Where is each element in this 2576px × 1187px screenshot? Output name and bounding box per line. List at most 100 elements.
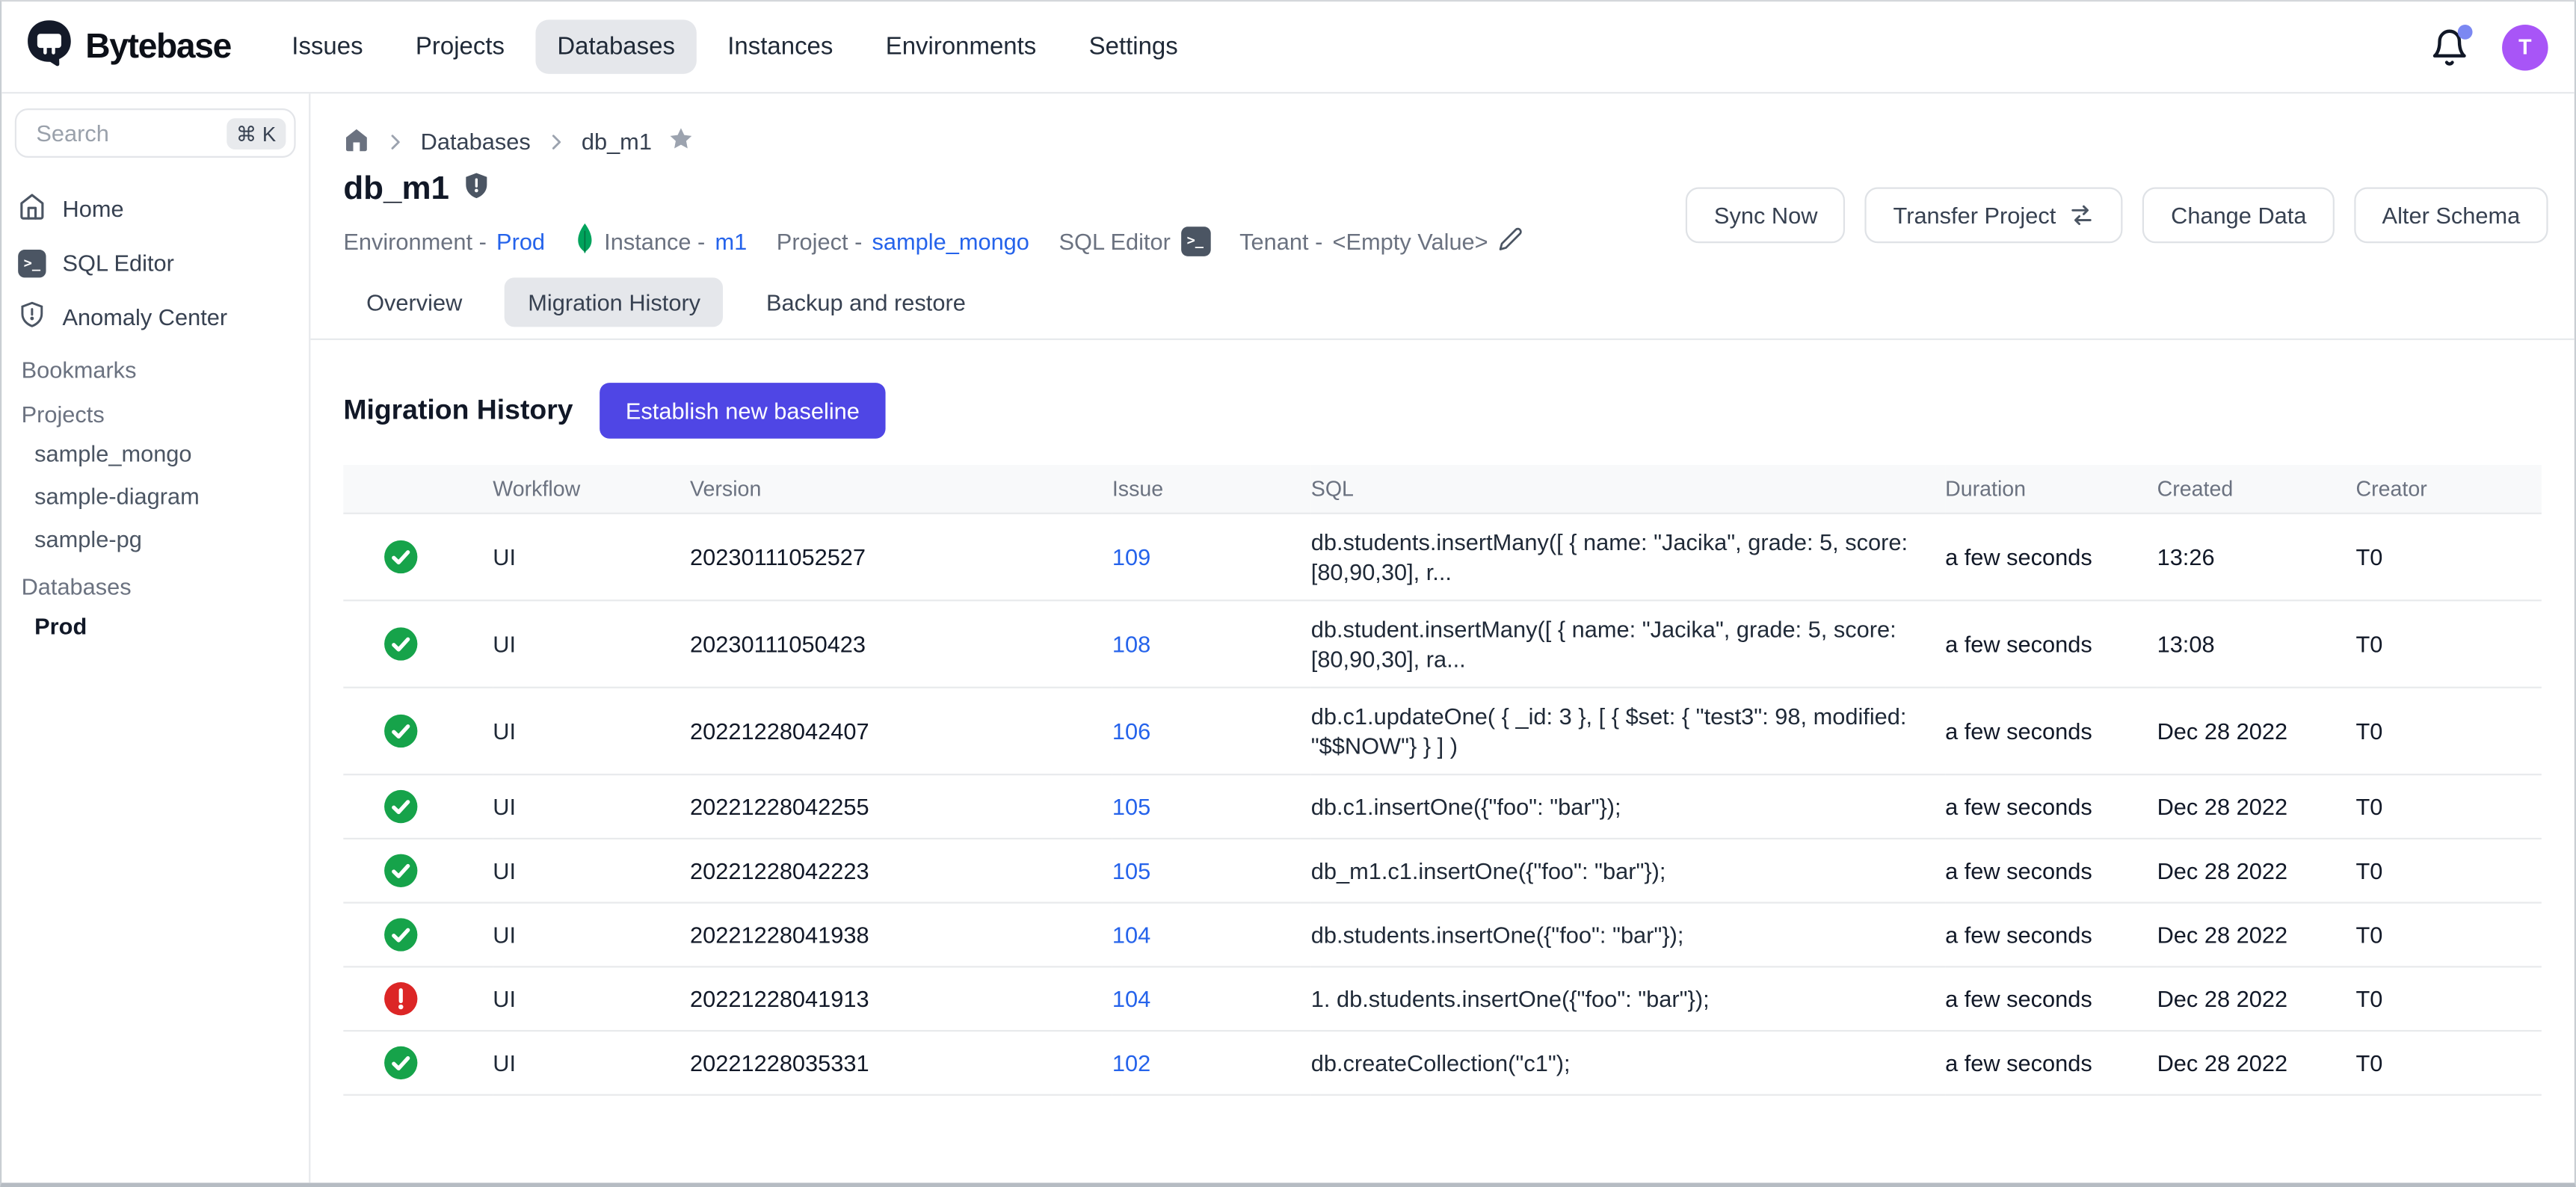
search-input[interactable] xyxy=(33,118,227,148)
search-shortcut-kbd: ⌘ K xyxy=(227,117,286,149)
screenshot-root: Bytebase IssuesProjectsDatabasesInstance… xyxy=(0,0,2576,1187)
sync-now-button[interactable]: Sync Now xyxy=(1686,186,1846,242)
page-actions: Sync Now Transfer Project Change Data Alter… xyxy=(1686,186,2548,242)
breadcrumb-databases[interactable]: Databases xyxy=(421,128,531,154)
avatar[interactable]: T xyxy=(2502,24,2548,70)
notifications-button[interactable] xyxy=(2429,27,2469,67)
sidebar-item-sample-pg[interactable]: sample-pg xyxy=(1,517,309,560)
sidebar-item-anomaly-center[interactable]: Anomaly Center xyxy=(1,289,309,344)
nav-item-databases[interactable]: Databases xyxy=(536,19,697,74)
project-link[interactable]: sample_mongo xyxy=(872,227,1029,253)
sidebar-section-projects: Projects xyxy=(1,388,309,432)
creator-cell: T0 xyxy=(2356,774,2542,839)
alter-schema-button[interactable]: Alter Schema xyxy=(2354,186,2548,242)
duration-cell: a few seconds xyxy=(1945,688,2157,774)
sidebar-item-label: Home xyxy=(63,194,124,221)
sidebar-item-prod[interactable]: Prod xyxy=(1,605,309,647)
duration-cell: a few seconds xyxy=(1945,966,2157,1031)
transfer-project-button[interactable]: Transfer Project xyxy=(1865,186,2123,242)
status-success-icon xyxy=(343,688,493,774)
issue-link[interactable]: 102 xyxy=(1112,1049,1150,1076)
issue-cell: 105 xyxy=(1112,839,1311,903)
created-cell: 13:26 xyxy=(2157,514,2356,600)
search-box[interactable]: ⌘ K xyxy=(15,108,296,158)
duration-cell: a few seconds xyxy=(1945,839,2157,903)
tab-migration-history[interactable]: Migration History xyxy=(505,277,723,327)
meta-tenant: Tenant - <Empty Value> xyxy=(1239,226,1523,256)
meta-instance: Instance - m1 xyxy=(575,223,748,258)
edit-pencil-icon[interactable] xyxy=(1498,226,1523,256)
workflow-cell: UI xyxy=(493,774,690,839)
environment-link[interactable]: Prod xyxy=(496,227,545,253)
table-row[interactable]: UI20221228041938104db.students.insertOne… xyxy=(343,903,2542,967)
table-row[interactable]: UI202212280419131041. db.students.insert… xyxy=(343,966,2542,1031)
issue-cell: 102 xyxy=(1112,1031,1311,1095)
workflow-cell: UI xyxy=(493,966,690,1031)
table-row[interactable]: UI20230111052527109db.students.insertMan… xyxy=(343,514,2542,600)
nav-item-issues[interactable]: Issues xyxy=(271,19,384,74)
creator-cell: T0 xyxy=(2356,966,2542,1031)
issue-link[interactable]: 105 xyxy=(1112,857,1150,884)
migration-history-table: WorkflowVersionIssueSQLDurationCreatedCr… xyxy=(343,465,2542,1096)
nav-item-settings[interactable]: Settings xyxy=(1067,19,1199,74)
table-row[interactable]: UI20221228042223105db_m1.c1.insertOne({"… xyxy=(343,839,2542,903)
duration-cell: a few seconds xyxy=(1945,514,2157,600)
sidebar-section-databases: Databases xyxy=(1,560,309,604)
table-header-row: WorkflowVersionIssueSQLDurationCreatedCr… xyxy=(343,465,2542,514)
duration-cell: a few seconds xyxy=(1945,774,2157,839)
tab-backup-and-restore[interactable]: Backup and restore xyxy=(743,277,988,327)
column-header-status xyxy=(343,465,493,514)
issue-link[interactable]: 106 xyxy=(1112,718,1150,744)
status-error-icon xyxy=(343,966,493,1031)
home-icon[interactable] xyxy=(343,126,369,157)
meta-sql-editor[interactable]: SQL Editor >_ xyxy=(1059,226,1210,256)
top-nav-bar: Bytebase IssuesProjectsDatabasesInstance… xyxy=(1,1,2575,93)
status-success-icon xyxy=(343,903,493,967)
sql-cell: db.students.insertOne({"foo": "bar"}); xyxy=(1311,903,1945,967)
sidebar-item-home[interactable]: Home xyxy=(1,181,309,235)
nav-item-environments[interactable]: Environments xyxy=(864,19,1058,74)
shield-alert-icon xyxy=(18,300,46,333)
issue-link[interactable]: 105 xyxy=(1112,793,1150,819)
establish-baseline-button[interactable]: Establish new baseline xyxy=(600,383,886,439)
table-row[interactable]: UI20221228042407106db.c1.updateOne( { _i… xyxy=(343,688,2542,774)
sidebar-item-label: Anomaly Center xyxy=(63,303,228,329)
table-row[interactable]: UI20221228042255105db.c1.insertOne({"foo… xyxy=(343,774,2542,839)
sql-cell: db.c1.updateOne( { _id: 3 }, [ { $set: {… xyxy=(1311,688,1945,774)
version-cell: 20221228042407 xyxy=(690,688,1112,774)
terminal-icon: >_ xyxy=(18,246,46,278)
tab-overview[interactable]: Overview xyxy=(343,277,485,327)
sidebar-item-sample-mongo[interactable]: sample_mongo xyxy=(1,432,309,475)
workflow-cell: UI xyxy=(493,1031,690,1095)
status-success-icon xyxy=(343,774,493,839)
sql-cell: 1. db.students.insertOne({"foo": "bar"})… xyxy=(1311,966,1945,1031)
workflow-cell: UI xyxy=(493,839,690,903)
sidebar-item-sample-diagram[interactable]: sample-diagram xyxy=(1,475,309,517)
button-label: Sync Now xyxy=(1714,201,1818,227)
breadcrumb-db-m1[interactable]: db_m1 xyxy=(582,128,652,154)
bookmark-star-icon[interactable] xyxy=(667,125,694,158)
sidebar-menu: Home >_SQL Editor Anomaly Center xyxy=(1,181,309,344)
change-data-button[interactable]: Change Data xyxy=(2143,186,2335,242)
issue-link[interactable]: 109 xyxy=(1112,543,1150,570)
nav-item-projects[interactable]: Projects xyxy=(394,19,526,74)
meta-project: Project - sample_mongo xyxy=(777,227,1029,253)
creator-cell: T0 xyxy=(2356,1031,2542,1095)
instance-link[interactable]: m1 xyxy=(715,227,747,253)
table-row[interactable]: UI20221228035331102db.createCollection("… xyxy=(343,1031,2542,1095)
column-header-issue: Issue xyxy=(1112,465,1311,514)
status-success-icon xyxy=(343,514,493,600)
sidebar-item-sql-editor[interactable]: >_SQL Editor xyxy=(1,235,309,289)
issue-link[interactable]: 108 xyxy=(1112,631,1150,657)
table-row[interactable]: UI20230111050423108db.student.insertMany… xyxy=(343,600,2542,687)
sidebar: ⌘ K Home>_SQL EditorAnomaly Center Bookm… xyxy=(1,93,310,1182)
shield-alert-icon xyxy=(463,171,493,209)
version-cell: 20230111050423 xyxy=(690,600,1112,687)
creator-cell: T0 xyxy=(2356,839,2542,903)
bytebase-logo[interactable]: Bytebase xyxy=(25,18,231,75)
issue-link[interactable]: 104 xyxy=(1112,986,1150,1012)
issue-link[interactable]: 104 xyxy=(1112,922,1150,948)
tab-bar: Overview Migration History Backup and rest… xyxy=(310,277,2574,340)
nav-item-instances[interactable]: Instances xyxy=(706,19,854,74)
created-cell: Dec 28 2022 xyxy=(2157,688,2356,774)
